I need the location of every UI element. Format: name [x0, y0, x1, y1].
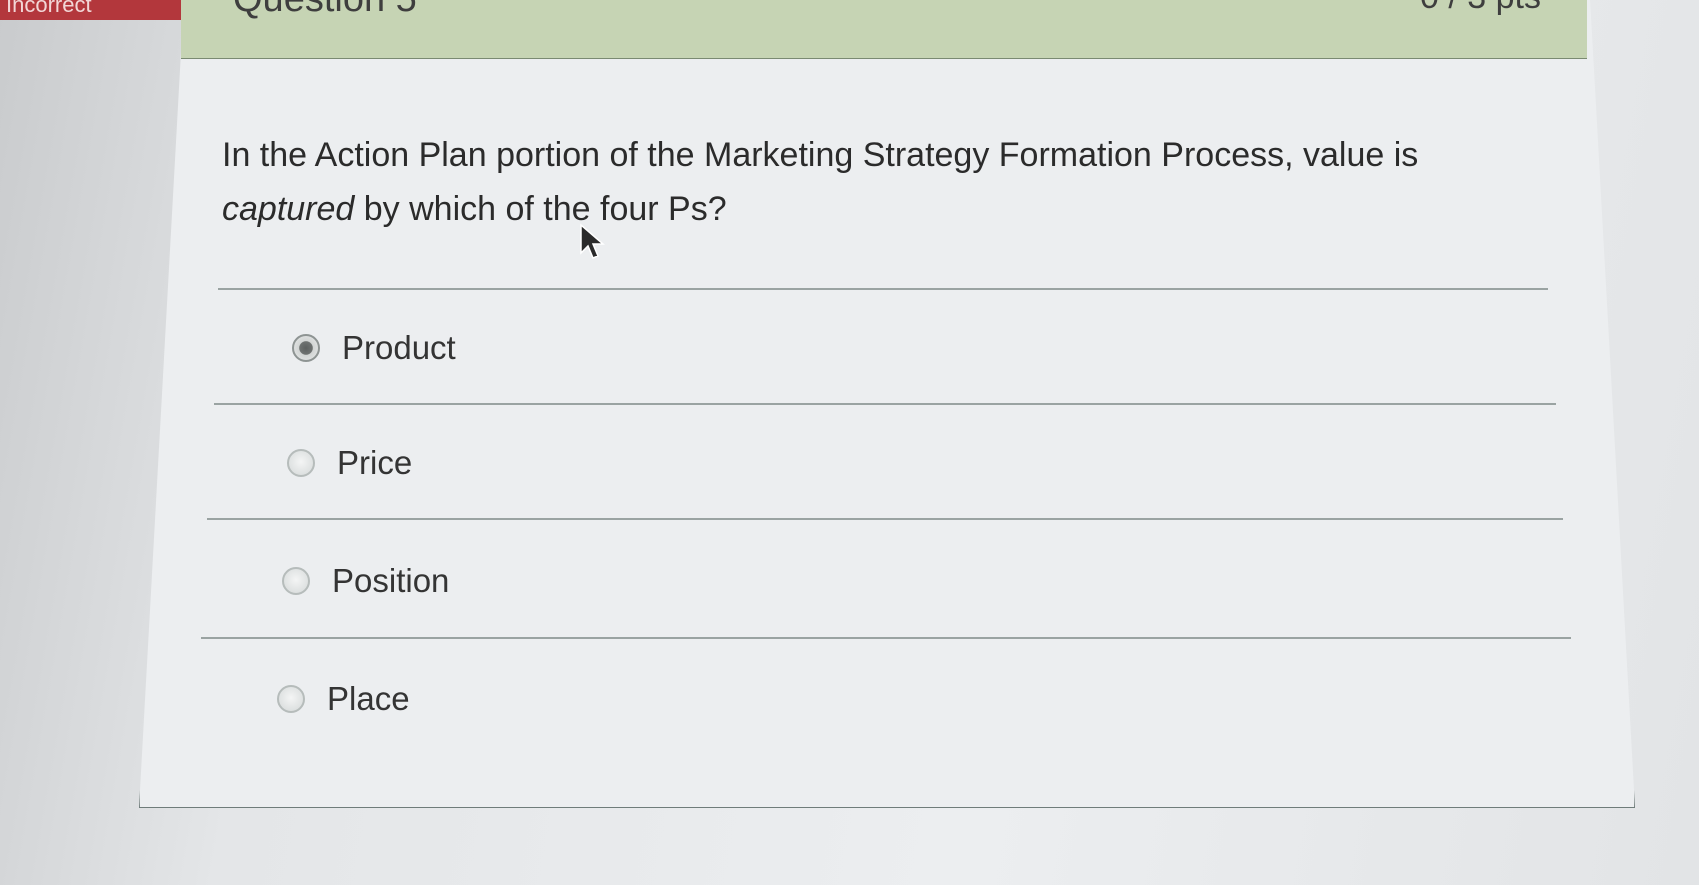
answer-option-position[interactable]: Position	[282, 559, 449, 603]
option-divider	[201, 637, 1571, 639]
question-text-end: by which of the four Ps?	[354, 190, 727, 228]
question-title: Question 5	[233, 0, 417, 21]
question-text-emphasis: captured	[222, 190, 355, 228]
answer-option-product[interactable]: Product	[292, 326, 456, 370]
question-points: 0 / 3 pts	[1420, 0, 1541, 17]
incorrect-banner: Incorrect	[0, 0, 208, 20]
question-text: In the Action Plan portion of the Market…	[222, 128, 1522, 236]
answer-label: Price	[337, 444, 413, 481]
mouse-pointer-icon	[580, 223, 606, 259]
radio-selected-icon[interactable]	[292, 334, 320, 362]
incorrect-banner-label: Incorrect	[6, 0, 92, 17]
option-divider	[214, 403, 1556, 405]
answer-option-price[interactable]: Price	[287, 441, 412, 485]
answer-option-place[interactable]: Place	[277, 677, 410, 721]
radio-unselected-icon[interactable]	[277, 685, 305, 713]
answer-label: Place	[327, 680, 410, 717]
radio-unselected-icon[interactable]	[282, 567, 310, 595]
option-divider	[207, 518, 1563, 520]
answer-label: Product	[342, 329, 456, 366]
answer-label: Position	[332, 562, 450, 599]
question-header: Question 5 0 / 3 pts	[181, 0, 1587, 59]
radio-unselected-icon[interactable]	[287, 449, 315, 477]
question-divider	[218, 288, 1548, 290]
question-text-start: In the Action Plan portion of the Market…	[222, 136, 1419, 174]
